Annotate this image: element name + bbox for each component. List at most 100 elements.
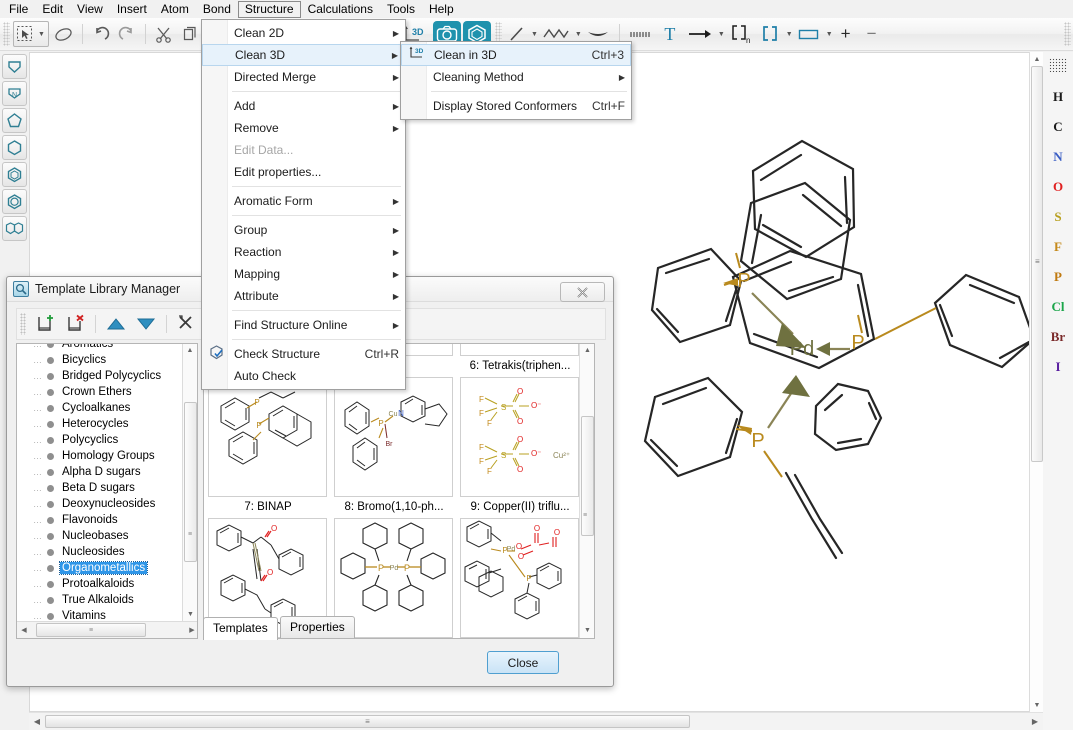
dialog-close-icon[interactable] [560, 282, 605, 302]
submenu-item-clean-in-3d[interactable]: 3D Clean in 3D Ctrl+3 [401, 44, 631, 66]
rectangle-tool[interactable] [794, 21, 824, 47]
canvas-scroll-left-arrow[interactable]: ◀ [29, 717, 45, 726]
tree-item-polycyclics[interactable]: … Polycyclics [17, 432, 184, 448]
menu-edit[interactable]: Edit [35, 1, 70, 18]
tree-item-aromatics[interactable]: … Aromatics [17, 344, 184, 352]
canvas-scroll-right-arrow[interactable]: ▶ [1027, 717, 1043, 726]
menu-view[interactable]: View [70, 1, 110, 18]
template-item[interactable]: P 6: Tetrakis(triphen... [460, 344, 580, 377]
menu-help[interactable]: Help [422, 1, 461, 18]
reaction-arrow-caret[interactable]: ▼ [718, 31, 725, 38]
menu-item-edit-properties[interactable]: Edit properties... [202, 161, 405, 183]
menu-item-directed-merge[interactable]: Directed Merge ▶ [202, 66, 405, 88]
toolbar-grip[interactable] [3, 22, 10, 46]
template-item-copper-triflate[interactable]: F F F O O S O⁻ F F F O O S O⁻ Cu²⁺ 9: Co… [460, 377, 580, 518]
tab-properties[interactable]: Properties [280, 616, 355, 638]
template-thumbnail[interactable]: P P [208, 377, 327, 497]
templates-vertical-scrollbar[interactable]: ▲ ≡ ▼ [579, 344, 594, 638]
template-thumbnail[interactable]: P Cu N Br [334, 377, 453, 497]
tree-scroll-left-arrow[interactable]: ◀ [17, 626, 31, 634]
aromatic-ring-tool-button[interactable] [2, 189, 27, 214]
brackets-caret[interactable]: ▼ [786, 31, 793, 38]
tree-horizontal-scrollbar[interactable]: ◀ ≡ ▶ [17, 621, 197, 638]
toolbar-grip-4[interactable] [1064, 22, 1071, 46]
templates-scroll-down-arrow[interactable]: ▼ [580, 624, 594, 638]
menu-insert[interactable]: Insert [110, 1, 154, 18]
tree-hscroll-track[interactable]: ≡ [31, 623, 185, 637]
menu-item-remove[interactable]: Remove ▶ [202, 117, 405, 139]
minus-tool[interactable]: − [860, 21, 884, 47]
tree-item-cycloalkanes[interactable]: … Cycloalkanes [17, 400, 184, 416]
single-bond-caret[interactable]: ▼ [531, 31, 538, 38]
atom-label-p-1[interactable]: P [737, 270, 750, 292]
cyclopropane-tool-button[interactable] [2, 54, 27, 79]
element-cl[interactable]: Cl [1052, 300, 1065, 314]
menu-bond[interactable]: Bond [196, 1, 238, 18]
menu-item-aromatic-form[interactable]: Aromatic Form ▶ [202, 190, 405, 212]
cut-button[interactable] [152, 21, 176, 47]
element-i[interactable]: I [1055, 360, 1060, 374]
tree-scroll-up-arrow[interactable]: ▲ [183, 344, 197, 358]
copy-button[interactable] [178, 21, 202, 47]
chain-caret[interactable]: ▼ [575, 31, 582, 38]
canvas-scroll-up-arrow[interactable]: ▲ [1030, 52, 1044, 66]
templates-scroll-up-arrow[interactable]: ▲ [580, 344, 594, 358]
benzene-tool-button[interactable] [2, 162, 27, 187]
element-o[interactable]: O [1053, 180, 1063, 194]
template-item-triphenyl-oxalate[interactable]: O O O O P P Pd [460, 518, 580, 638]
tree-item-bridged-polycyclics[interactable]: … Bridged Polycyclics [17, 368, 184, 384]
element-br[interactable]: Br [1051, 330, 1065, 344]
menu-structure[interactable]: Structure [237, 0, 301, 18]
select-tool-caret[interactable]: ▼ [38, 31, 45, 38]
brackets-tool[interactable] [756, 21, 784, 47]
element-s[interactable]: S [1054, 210, 1061, 224]
submenu-item-display-stored-conformers[interactable]: Display Stored Conformers Ctrl+F [401, 95, 631, 117]
cyclopentane-tool-button[interactable] [2, 108, 27, 133]
canvas-scroll-thumb[interactable]: ≡ [1031, 66, 1043, 462]
undo-button[interactable] [89, 21, 113, 47]
tree-vertical-scrollbar[interactable]: ▲ ≡ ▼ [182, 344, 197, 622]
element-h[interactable]: H [1053, 90, 1063, 104]
canvas-horizontal-scrollbar[interactable]: ◀ ≡ ▶ [29, 712, 1043, 730]
menu-calculations[interactable]: Calculations [301, 1, 380, 18]
atom-label-pd[interactable]: Pd [790, 338, 814, 360]
move-up-button[interactable] [103, 311, 129, 337]
tree-item-beta-d-sugars[interactable]: … Beta D sugars [17, 480, 184, 496]
menu-item-find-structure-online[interactable]: Find Structure Online ▶ [202, 314, 405, 336]
template-item-bromo-phenanthroline[interactable]: P Cu N Br 8: Bromo(1,10-ph... [334, 377, 454, 518]
canvas-vertical-scrollbar[interactable]: ▲ ≡ ▼ [1029, 52, 1043, 712]
canvas-hscroll-track[interactable]: ≡ [45, 714, 1027, 729]
tree-item-vitamins[interactable]: … Vitamins [17, 608, 184, 622]
canvas-hscroll-thumb[interactable]: ≡ [45, 715, 690, 728]
element-f[interactable]: F [1054, 240, 1062, 254]
submenu-item-cleaning-method[interactable]: Cleaning Method ▶ [401, 66, 631, 88]
tree-item-nucleobases[interactable]: … Nucleobases [17, 528, 184, 544]
tree-item-true-alkaloids[interactable]: … True Alkaloids [17, 592, 184, 608]
library-tree-list[interactable]: … Aromatics … Bicyclics … Bridged Polycy… [17, 344, 184, 622]
tree-item-homology-groups[interactable]: … Homology Groups [17, 448, 184, 464]
menu-item-check-structure[interactable]: Check Structure Ctrl+R [202, 343, 405, 365]
canvas-scroll-down-arrow[interactable]: ▼ [1030, 698, 1044, 712]
tree-item-heterocycles[interactable]: … Heterocycles [17, 416, 184, 432]
element-n[interactable]: N [1053, 150, 1062, 164]
template-item-binap[interactable]: P P 7: BINAP [208, 377, 328, 518]
plus-tool[interactable]: + [834, 21, 858, 47]
atom-label-p-3[interactable]: P [751, 430, 764, 452]
menu-item-group[interactable]: Group ▶ [202, 219, 405, 241]
element-c[interactable]: C [1053, 120, 1062, 134]
menu-atom[interactable]: Atom [154, 1, 196, 18]
menu-item-mapping[interactable]: Mapping ▶ [202, 263, 405, 285]
dialog-close-button[interactable]: Close [487, 651, 559, 674]
tree-item-deoxynucleosides[interactable]: … Deoxynucleosides [17, 496, 184, 512]
tree-scroll-thumb[interactable]: ≡ [184, 402, 197, 562]
template-thumbnail[interactable]: F F F O O S O⁻ F F F O O S O⁻ Cu²⁺ [460, 377, 579, 497]
redo-button[interactable] [115, 21, 139, 47]
menu-tools[interactable]: Tools [380, 1, 422, 18]
menu-item-attribute[interactable]: Attribute ▶ [202, 285, 405, 307]
tree-item-alpha-d-sugars[interactable]: … Alpha D sugars [17, 464, 184, 480]
pyrrole-tool-button[interactable]: N [2, 81, 27, 106]
dialog-toolbar-grip[interactable] [20, 313, 26, 335]
atom-label-p-2[interactable]: P [851, 332, 864, 354]
text-tool[interactable]: T [658, 21, 682, 47]
cyclohexane-tool-button[interactable] [2, 135, 27, 160]
